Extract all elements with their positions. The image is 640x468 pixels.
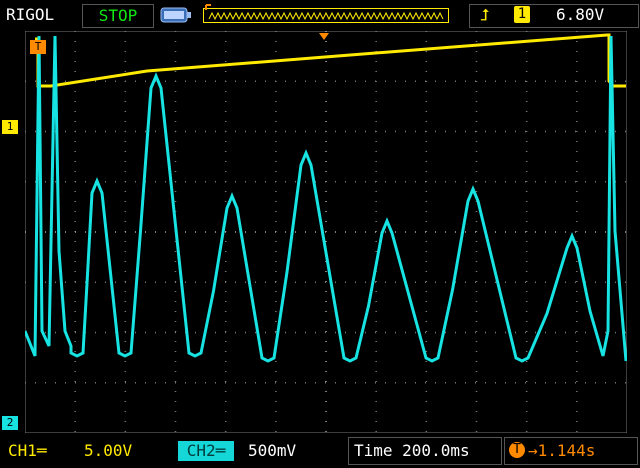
- trigger-offset-value: →1.144s: [528, 441, 596, 460]
- trigger-source: 1: [514, 6, 530, 23]
- brand-logo: RIGOL: [6, 5, 55, 24]
- top-status-bar: RIGOL STOP ⮥ 1 6.80V: [0, 0, 640, 30]
- rising-edge-icon: ⮥: [480, 5, 490, 24]
- waveform-display[interactable]: [25, 31, 627, 433]
- battery-icon: [160, 7, 191, 23]
- memory-waveform-overview[interactable]: [203, 4, 449, 24]
- timebase-value: Time 200.0ms: [354, 441, 470, 460]
- ch1-offset-marker[interactable]: 1: [2, 120, 18, 134]
- trigger-level: 6.80V: [556, 5, 605, 24]
- ch2-label[interactable]: CH2═: [178, 441, 234, 461]
- trigger-panel[interactable]: [469, 4, 639, 28]
- ch2-offset-marker[interactable]: 2: [2, 416, 18, 430]
- run-stop-status[interactable]: STOP: [82, 4, 154, 28]
- ch1-label[interactable]: CH1═: [8, 441, 47, 461]
- trigger-offset-icon: T: [509, 442, 525, 458]
- ch2-scale[interactable]: 500mV: [248, 441, 296, 461]
- ch1-scale[interactable]: 5.00V: [84, 441, 132, 461]
- trigger-time-marker: T: [30, 40, 46, 54]
